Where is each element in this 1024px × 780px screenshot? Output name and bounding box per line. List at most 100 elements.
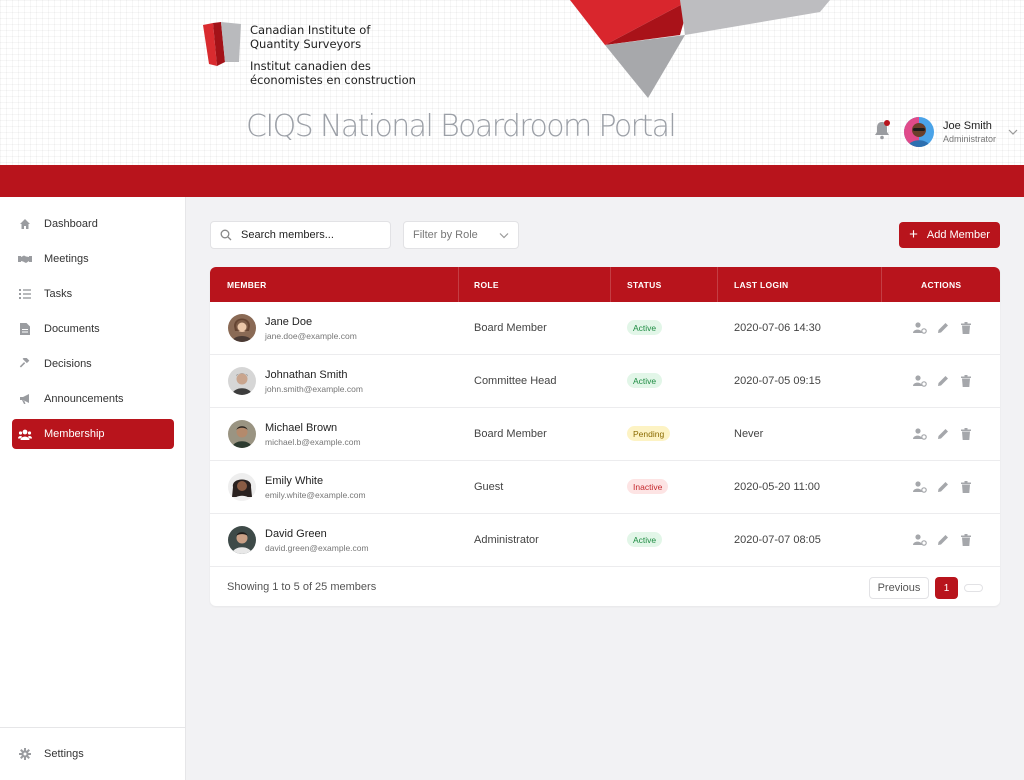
table-row: Jane Doe jane.doe@example.com Board Memb… [210,302,1000,355]
org-name-en-line2: Quantity Surveyors [250,37,362,51]
trash-icon[interactable] [959,427,973,441]
sidebar-item-label: Membership [44,428,105,440]
column-header-actions: ACTIONS [921,279,962,290]
sidebar-item-label: Documents [44,323,100,335]
member-avatar [228,420,256,448]
plus-icon: + [909,226,918,243]
member-name: Emily White [265,475,324,487]
row-actions [913,480,973,494]
sidebar-item-announcements[interactable]: Announcements [12,384,174,414]
chevron-down-icon [499,232,509,238]
row-actions [913,427,973,441]
column-header-role: ROLE [474,279,499,290]
sidebar-item-dashboard[interactable]: Dashboard [12,209,174,239]
member-email: john.smith@example.com [265,384,363,394]
gavel-icon [18,357,32,371]
page-title: CIQS National Boardroom Portal [246,109,677,144]
role-filter-label: Filter by Role [413,229,478,241]
header-accent-band [0,165,1024,197]
members-table: MEMBER ROLE STATUS LAST LOGIN ACTIONS Ja… [210,267,1000,606]
trash-icon[interactable] [959,480,973,494]
user-settings-icon[interactable] [913,427,927,441]
user-settings-icon[interactable] [913,321,927,335]
sidebar-item-tasks[interactable]: Tasks [12,279,174,309]
row-actions [913,374,973,388]
member-name: Michael Brown [265,422,338,434]
next-page-button[interactable] [964,584,983,592]
trash-icon[interactable] [959,321,973,335]
sidebar-item-meetings[interactable]: Meetings [12,244,174,274]
member-email: emily.white@example.com [265,490,366,500]
table-row: Emily White emily.white@example.com Gues… [210,461,1000,514]
previous-page-button[interactable]: Previous [869,577,929,599]
sidebar-item-label: Tasks [44,288,73,300]
member-name: Jane Doe [265,316,313,328]
user-settings-icon[interactable] [913,533,927,547]
member-last-login: 2020-07-06 14:30 [734,322,821,334]
row-actions [913,321,973,335]
status-badge: Active [627,373,663,388]
sidebar-divider [0,727,185,728]
pencil-icon[interactable] [936,321,950,335]
user-settings-icon[interactable] [913,480,927,494]
member-email: david.green@example.com [265,543,369,553]
sidebar-item-documents[interactable]: Documents [12,314,174,344]
member-last-login: 2020-07-07 08:05 [734,534,821,546]
sidebar-item-label: Decisions [44,358,92,370]
portal-header: Canadian Institute of Quantity Surveyors… [0,0,1024,165]
member-role: Board Member [474,322,547,334]
add-member-label: Add Member [926,229,990,241]
sidebar-item-membership[interactable]: Membership [12,419,174,449]
pencil-icon[interactable] [936,480,950,494]
status-badge: Active [627,532,663,547]
search-box[interactable] [210,221,391,249]
sidebar-item-settings[interactable]: Settings [12,739,174,769]
member-avatar [228,367,256,395]
chevron-down-icon[interactable] [1008,128,1018,136]
sidebar: Dashboard Meetings Tasks Documents Decis… [0,197,186,780]
status-badge: Active [627,320,663,335]
pagination-summary: Showing 1 to 5 of 25 members [227,581,377,593]
pencil-icon[interactable] [936,533,950,547]
trash-icon[interactable] [959,374,973,388]
row-actions [913,533,973,547]
column-header-status: STATUS [627,279,662,290]
sidebar-item-label: Meetings [44,253,89,265]
role-filter-select[interactable]: Filter by Role [403,221,519,249]
member-last-login: Never [734,428,764,440]
member-name: Johnathan Smith [265,369,348,381]
megaphone-icon [18,392,32,406]
user-avatar[interactable] [904,117,934,147]
trash-icon[interactable] [959,533,973,547]
gear-icon [18,747,32,761]
ciqs-logo-icon [203,22,241,66]
column-header-last-login: LAST LOGIN [734,279,789,290]
member-role: Administrator [474,534,539,546]
member-email: jane.doe@example.com [265,331,357,341]
member-email: michael.b@example.com [265,437,361,447]
notification-badge [884,120,890,126]
user-settings-icon[interactable] [913,374,927,388]
org-name-fr-line2: économistes en construction [250,73,416,87]
home-icon [18,217,32,231]
table-row: Johnathan Smith john.smith@example.com C… [210,355,1000,408]
pencil-icon[interactable] [936,374,950,388]
org-name-en-line1: Canadian Institute of [250,23,371,37]
sidebar-item-label: Announcements [44,393,124,405]
member-avatar [228,473,256,501]
sidebar-item-decisions[interactable]: Decisions [12,349,174,379]
handshake-icon [18,252,32,266]
member-avatar [228,526,256,554]
search-icon [220,229,232,241]
decorative-shapes [570,0,830,98]
page-button-current[interactable]: 1 [935,577,958,599]
search-input[interactable] [241,229,381,241]
member-role: Committee Head [474,375,557,387]
document-icon [18,322,32,336]
pencil-icon[interactable] [936,427,950,441]
user-role: Administrator [943,134,997,144]
status-badge: Pending [627,426,671,441]
add-member-button[interactable]: + Add Member [899,222,1000,248]
list-icon [18,287,32,301]
user-name: Joe Smith [943,120,992,132]
